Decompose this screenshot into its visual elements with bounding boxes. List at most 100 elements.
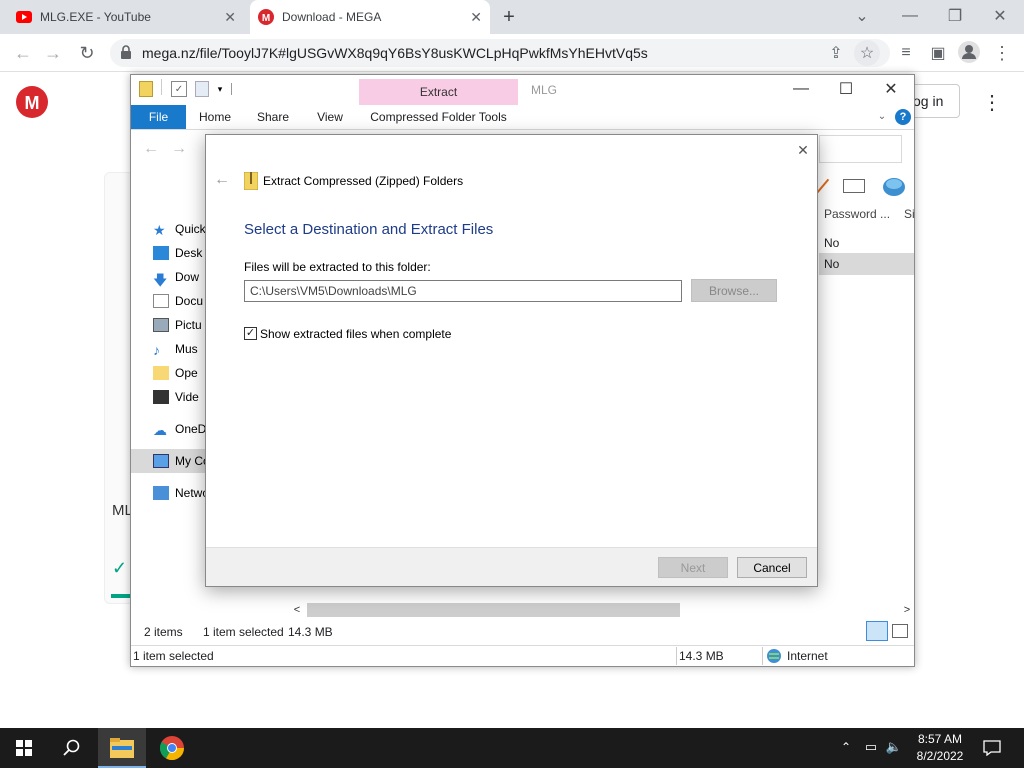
show-files-checkbox[interactable]: ✓ [244, 327, 257, 340]
help-icon[interactable]: ? [895, 109, 911, 125]
scrollbar-thumb[interactable] [307, 603, 680, 617]
cloud-icon: ☁ [153, 422, 167, 438]
divider [676, 647, 677, 665]
mega-logo-icon[interactable]: M [16, 86, 48, 118]
url-text: mega.nz/file/TooylJ7K#lgUSGvWX8q9qY6BsY8… [142, 45, 648, 61]
properties-icon[interactable]: ✓ [171, 81, 187, 97]
new-folder-icon[interactable] [195, 81, 209, 97]
divider [131, 645, 914, 646]
details-view-icon[interactable] [866, 621, 888, 641]
large-icons-view-icon[interactable] [892, 624, 908, 638]
side-panel-icon[interactable]: ▣ [928, 43, 948, 63]
minimize-icon[interactable]: — [791, 80, 811, 97]
clock-time[interactable]: 8:57 AM [910, 732, 970, 746]
mega-icon: M [258, 9, 274, 25]
zip-folder-icon [139, 81, 153, 97]
browse-button[interactable]: Browse... [691, 279, 777, 302]
close-icon[interactable]: ✕ [881, 81, 901, 98]
back-icon[interactable]: ← [12, 42, 34, 64]
extract-dialog: ✕ ← Extract Compressed (Zipped) Folders … [205, 134, 818, 587]
nav-music[interactable]: ♪ Mus [153, 338, 198, 360]
close-tab-icon[interactable]: ✕ [470, 9, 482, 26]
media-control-icon[interactable]: ≡ [896, 43, 916, 63]
tab-search-icon[interactable]: ⌄ [852, 6, 872, 26]
notification-icon[interactable] [983, 740, 1001, 756]
volume-icon[interactable]: 🔈 [885, 738, 903, 756]
windows-start-icon[interactable] [16, 740, 32, 756]
check-icon: ✓ [112, 558, 128, 578]
destination-path-input[interactable] [244, 280, 682, 302]
qat-dropdown-icon[interactable]: ▾ [215, 83, 225, 95]
nav-label: Dow [175, 270, 200, 284]
nav-pictures[interactable]: Pictu [153, 314, 202, 336]
nav-label: Desk [175, 246, 203, 260]
nav-documents[interactable]: Docu [153, 290, 203, 312]
maximize-icon[interactable]: ☐ [836, 81, 856, 98]
back-icon[interactable]: ← [143, 140, 159, 157]
scroll-left-icon[interactable]: < [291, 603, 303, 617]
bookmark-star-icon[interactable]: ☆ [854, 40, 880, 66]
ribbon-expand-icon[interactable]: ⌄ [875, 109, 889, 123]
forward-icon[interactable]: → [42, 42, 64, 64]
tab-youtube[interactable]: MLG.EXE - YouTube ✕ [8, 0, 244, 34]
email-icon[interactable] [843, 179, 865, 193]
globe-icon[interactable] [881, 175, 907, 197]
bottom-status-size: 14.3 MB [679, 649, 724, 663]
search-icon[interactable] [63, 739, 81, 757]
dialog-close-icon[interactable]: ✕ [793, 141, 813, 159]
chevron-up-icon[interactable]: ⌃ [838, 738, 854, 756]
chrome-menu-icon[interactable]: ⋮ [992, 43, 1012, 63]
nav-label: Mus [175, 342, 198, 356]
reload-icon[interactable]: ↻ [76, 42, 98, 64]
nav-my-computer[interactable]: My Co [153, 450, 210, 472]
cancel-button[interactable]: Cancel [737, 557, 807, 578]
tab-label: File [148, 110, 169, 124]
nav-quick-access[interactable]: ★ Quick [153, 218, 206, 240]
network-icon [153, 486, 169, 500]
status-size: 14.3 MB [288, 625, 333, 639]
close-tab-icon[interactable]: ✕ [224, 9, 236, 26]
nav-desktop[interactable]: Desk [153, 242, 202, 264]
profile-icon[interactable] [958, 41, 980, 63]
nav-onedrive[interactable]: ☁ OneD [153, 418, 206, 440]
new-tab-button[interactable]: + [498, 6, 520, 28]
tab-compressed-folder-tools[interactable]: Compressed Folder Tools [359, 105, 518, 129]
nav-folder[interactable]: Ope [153, 362, 198, 384]
chrome-icon[interactable] [160, 736, 184, 760]
nav-label: Netwo [175, 486, 210, 500]
nav-network[interactable]: Netwo [153, 482, 209, 504]
ribbon-divider [131, 129, 914, 130]
next-button[interactable]: Next [658, 557, 728, 578]
nav-label: Quick [175, 222, 206, 236]
network-tray-icon[interactable]: ▭ [862, 738, 880, 756]
forward-icon[interactable]: → [171, 140, 187, 157]
share-icon[interactable]: ⇪ [826, 43, 846, 63]
nav-videos[interactable]: Vide [153, 386, 199, 408]
address-bar[interactable]: mega.nz/file/TooylJ7K#lgUSGvWX8q9qY6BsY8… [110, 39, 890, 67]
dialog-back-icon[interactable]: ← [212, 171, 232, 189]
tab-mega[interactable]: M Download - MEGA ✕ [250, 0, 490, 34]
desktop-icon [153, 246, 169, 260]
tab-file[interactable]: File [131, 105, 186, 129]
path-label: Files will be extracted to this folder: [244, 260, 431, 274]
music-icon: ♪ [153, 342, 160, 358]
column-header-password[interactable]: Password ... [824, 207, 890, 221]
divider [762, 647, 763, 665]
scroll-right-icon[interactable]: > [901, 603, 913, 617]
nav-downloads[interactable]: 🡇 Dow [153, 266, 199, 288]
divider [161, 79, 162, 95]
zip-folder-icon [244, 172, 258, 190]
minimize-icon[interactable]: — [900, 6, 920, 26]
tab-view[interactable]: View [302, 105, 358, 129]
internet-globe-icon [767, 649, 781, 663]
column-header-size[interactable]: Si [904, 207, 915, 221]
close-window-icon[interactable]: ✕ [990, 6, 1010, 26]
tab-share[interactable]: Share [244, 105, 302, 129]
dialog-heading: Select a Destination and Extract Files [244, 221, 494, 238]
youtube-icon [16, 11, 32, 23]
restore-icon[interactable]: ❐ [945, 6, 965, 26]
clock-date[interactable]: 8/2/2022 [910, 749, 970, 763]
search-box[interactable] [819, 135, 902, 163]
mega-menu-icon[interactable]: ⋮ [982, 92, 1002, 114]
tab-home[interactable]: Home [186, 105, 244, 129]
